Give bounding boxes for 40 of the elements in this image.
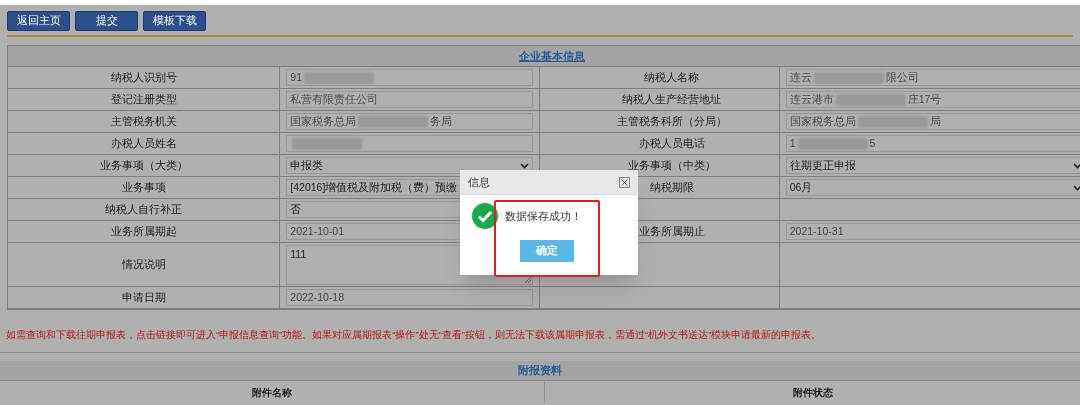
field-label: 主管税务科所（分局） bbox=[616, 113, 727, 129]
field-label: 纳税人生产经营地址 bbox=[622, 91, 722, 107]
field-label: 申请日期 bbox=[121, 289, 166, 305]
field-label: 主管税务机关 bbox=[110, 113, 177, 129]
field-label: 业务事项（大类） bbox=[99, 157, 188, 173]
resize-grip-icon bbox=[525, 276, 532, 283]
field-label: 办税人员电话 bbox=[638, 135, 705, 151]
input-field[interactable]: 国家税务总局 局 bbox=[785, 113, 1080, 130]
field-label: 纳税人识别号 bbox=[110, 69, 177, 85]
field-label: 业务事项（中类） bbox=[627, 157, 716, 173]
field-label: 登记注册类型 bbox=[110, 91, 177, 107]
field-label: 办税人员姓名 bbox=[110, 135, 177, 151]
section-title: 附报资料 bbox=[518, 363, 562, 379]
field-label: 业务所属期起 bbox=[110, 223, 177, 239]
input-field[interactable]: 1 5 bbox=[785, 135, 1080, 152]
toolbar-button[interactable]: 模板下载 bbox=[143, 11, 206, 31]
field-label: 业务所属期止 bbox=[638, 223, 705, 239]
field-label: 纳税期限 bbox=[649, 179, 694, 195]
input-field[interactable]: 91 bbox=[286, 69, 534, 86]
toolbar-button[interactable]: 返回主页 bbox=[7, 11, 70, 31]
field-label: 纳税人自行补正 bbox=[105, 201, 183, 217]
field-label: 纳税人名称 bbox=[644, 69, 700, 85]
input-field[interactable]: 2022-10-18 bbox=[286, 289, 534, 306]
field-label: 业务事项 bbox=[121, 179, 166, 195]
input-field[interactable]: 连云 限公司 bbox=[785, 69, 1080, 86]
toolbar-button[interactable]: 提交 bbox=[75, 11, 138, 31]
close-icon[interactable] bbox=[619, 176, 630, 188]
section-title: 企业基本信息 bbox=[519, 48, 585, 64]
field-label: 情况说明 bbox=[121, 256, 166, 272]
column-header: 附件状态 bbox=[792, 385, 833, 400]
select-field[interactable]: 06月 bbox=[785, 179, 1080, 196]
input-field[interactable]: 2021-10-31 bbox=[785, 223, 1080, 240]
input-field[interactable]: 国家税务总局 务局 bbox=[286, 113, 534, 130]
input-field[interactable]: 连云港市 庄17号 bbox=[785, 91, 1080, 108]
check-icon bbox=[472, 203, 498, 229]
confirm-button[interactable]: 确定 bbox=[520, 240, 574, 262]
column-header: 附件名称 bbox=[252, 385, 292, 400]
select-field[interactable]: 往期更正申报 bbox=[785, 157, 1080, 174]
input-field[interactable]: 私营有限责任公司 bbox=[286, 91, 534, 108]
notice-text: 如需查询和下载往期申报表，点击链接即可进入“申报信息查询”功能。如果对应属期报表“操作”处无“查看”按钮，则无法下载该属期申报表，需通过“机外文书送达”模块申请最新的申报表。 bbox=[6, 328, 823, 342]
